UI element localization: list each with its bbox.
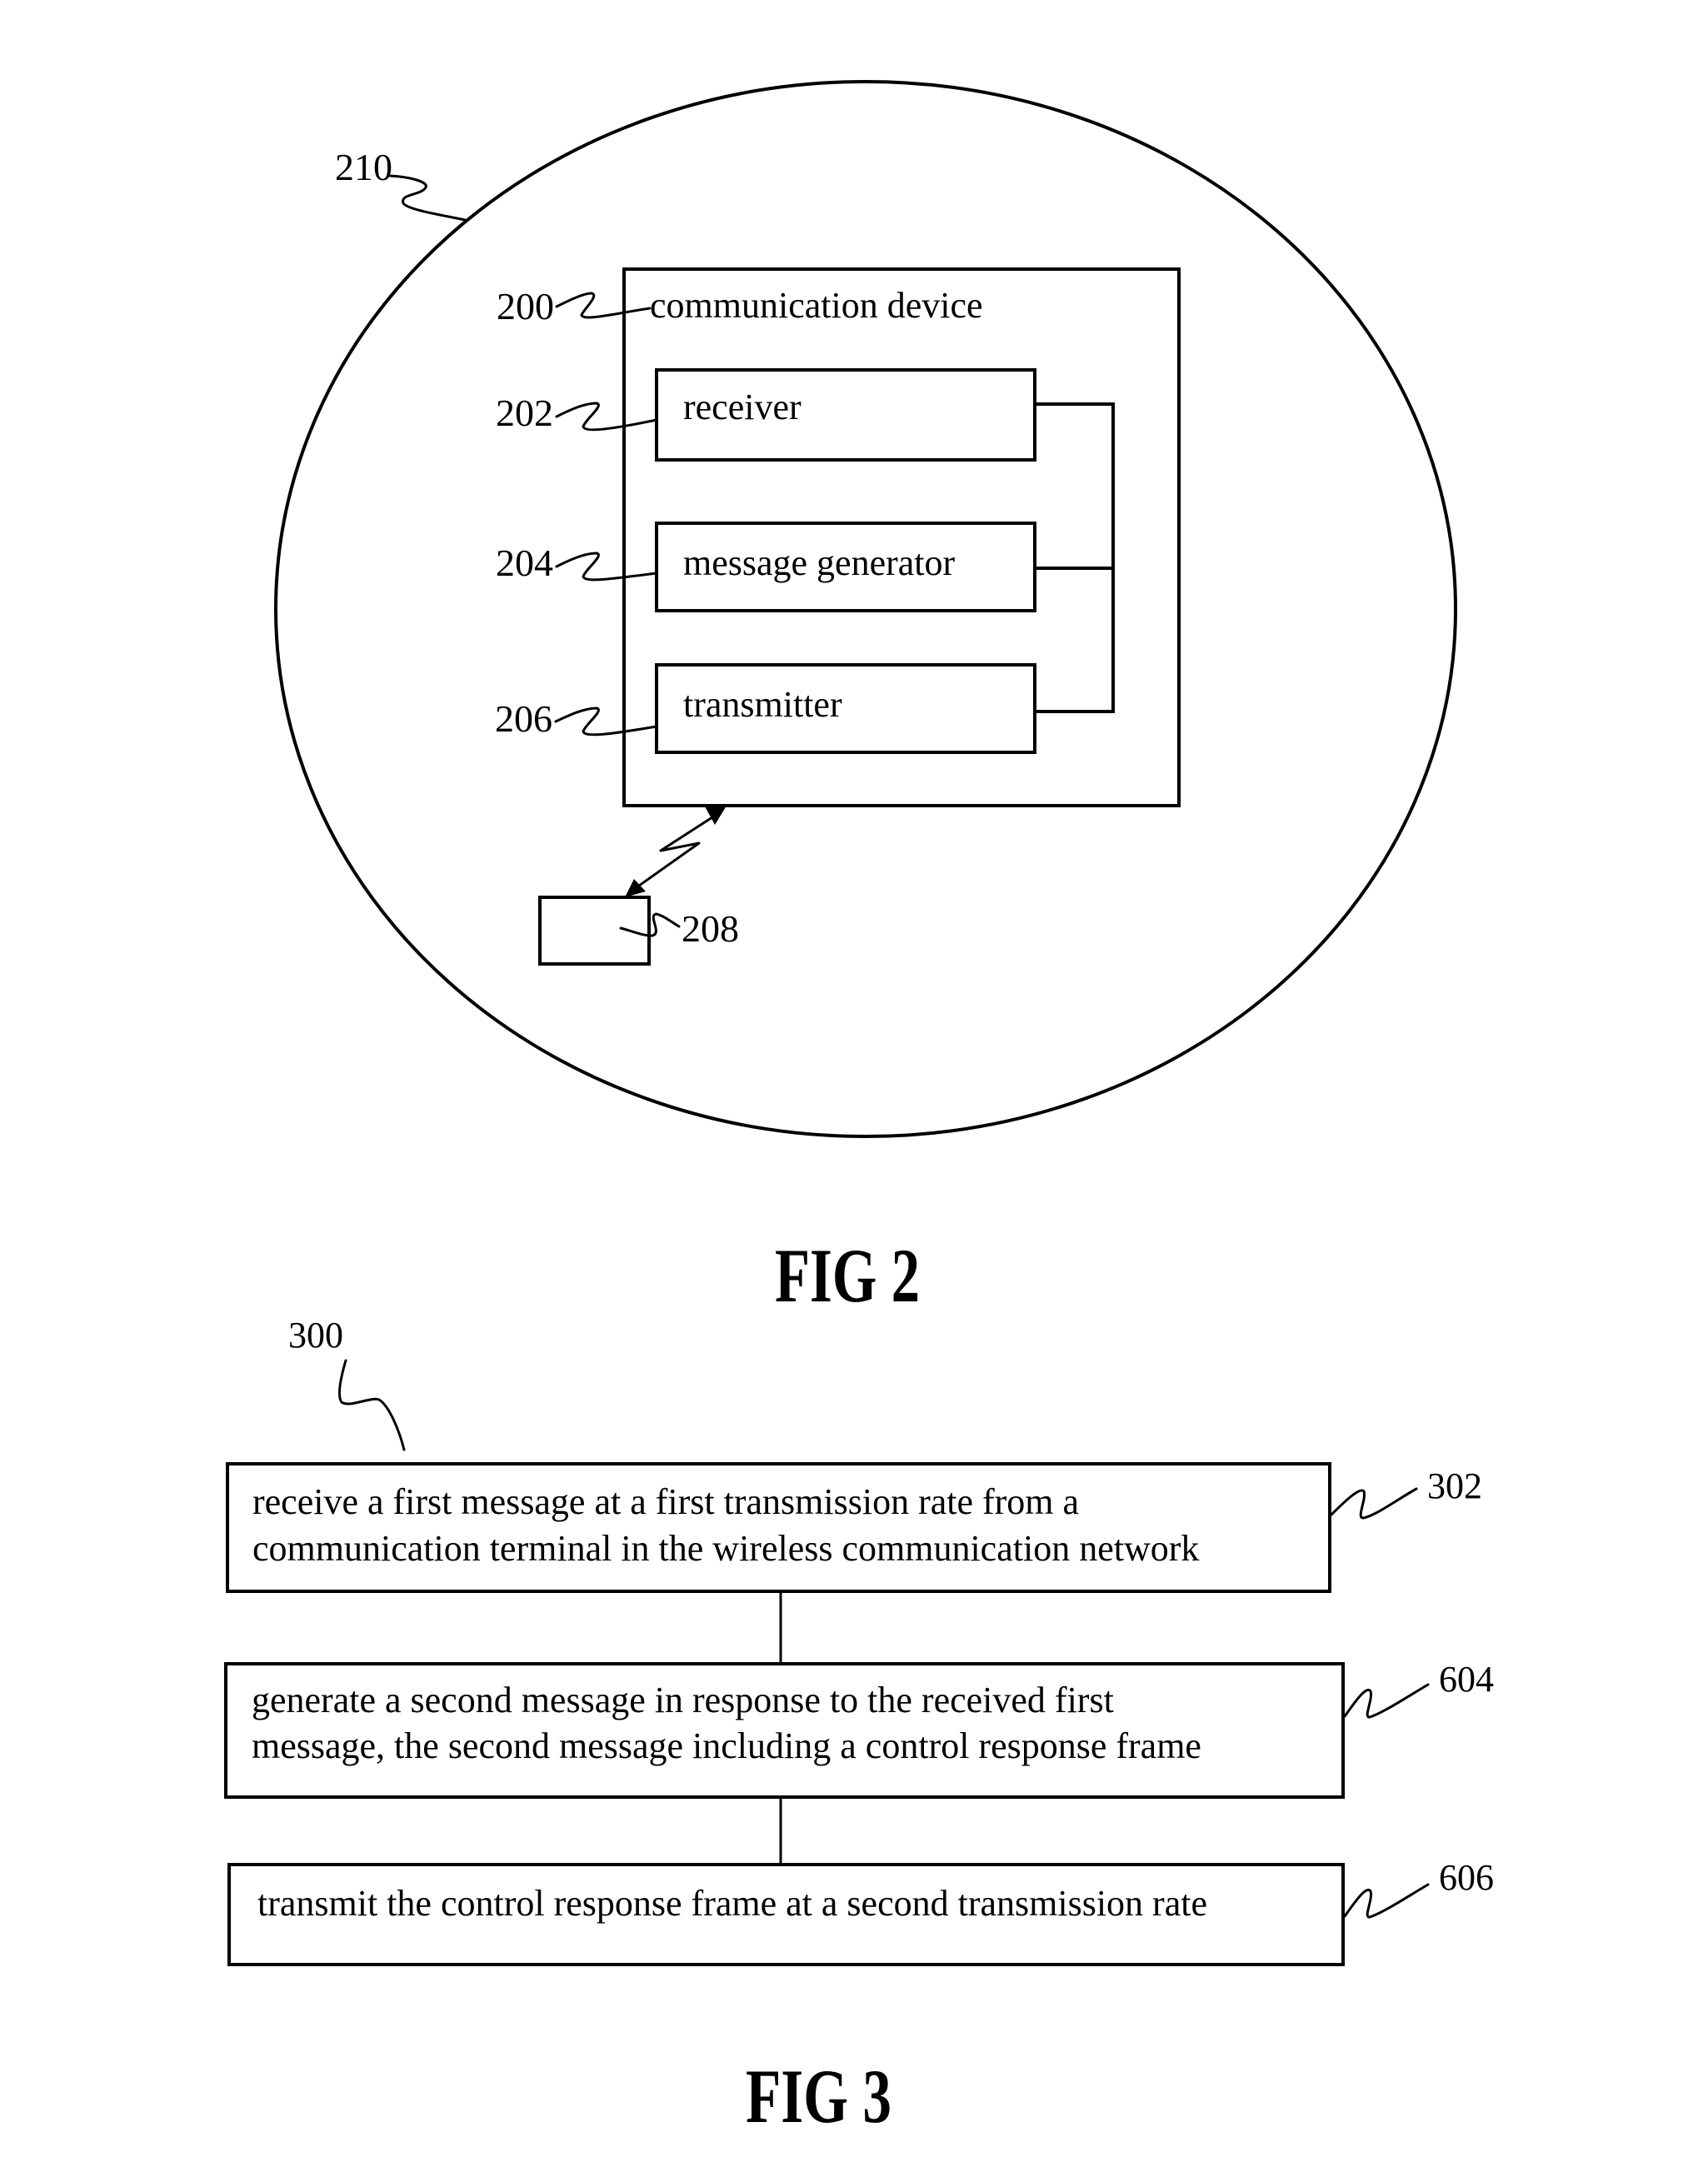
message-generator-ref-label: 204 bbox=[496, 542, 553, 584]
method-ref-label: 300 bbox=[288, 1315, 343, 1356]
transmitter-label: transmitter bbox=[683, 684, 842, 725]
network-leader-line bbox=[388, 174, 467, 222]
step-604-line-1: generate a second message in response to… bbox=[252, 1680, 1114, 1720]
patent-drawing-sheet: 210 communication device 200 receiver 20… bbox=[224, 80, 1494, 2139]
terminal-ref-label: 208 bbox=[682, 907, 739, 950]
receiver-label: receiver bbox=[683, 387, 802, 427]
receiver-ref-label: 202 bbox=[496, 392, 553, 434]
device-ref-label: 200 bbox=[497, 285, 554, 327]
step-604-ref-label: 604 bbox=[1439, 1659, 1494, 1700]
fig2-caption: FIG 2 bbox=[775, 1233, 920, 1318]
step-302-ref-label: 302 bbox=[1427, 1465, 1482, 1506]
step-606-ref-label: 606 bbox=[1439, 1857, 1494, 1898]
communication-device-label: communication device bbox=[650, 285, 983, 326]
transmitter-ref-label: 206 bbox=[495, 697, 552, 740]
network-ref-label: 210 bbox=[335, 146, 392, 188]
step-606-leader-line bbox=[1343, 1883, 1430, 1919]
wireless-link-arrowhead-device bbox=[705, 806, 727, 825]
step-302-line-1: receive a first message at a first trans… bbox=[252, 1481, 1079, 1522]
message-generator-label: message generator bbox=[683, 542, 956, 583]
method-leader-line bbox=[338, 1359, 406, 1451]
step-606-line-1: transmit the control response frame at a… bbox=[257, 1883, 1207, 1924]
step-302-leader-line bbox=[1330, 1487, 1418, 1520]
fig3: 300 receive a first message at a first t… bbox=[224, 1315, 1494, 2139]
wireless-link-line bbox=[632, 814, 717, 891]
step-604-leader-line bbox=[1343, 1683, 1430, 1719]
fig3-caption: FIG 3 bbox=[746, 2054, 891, 2139]
step-604-line-2: message, the second message including a … bbox=[252, 1725, 1201, 1766]
step-302-line-2: communication terminal in the wireless c… bbox=[252, 1528, 1199, 1569]
fig2: 210 communication device 200 receiver 20… bbox=[274, 80, 1457, 1318]
